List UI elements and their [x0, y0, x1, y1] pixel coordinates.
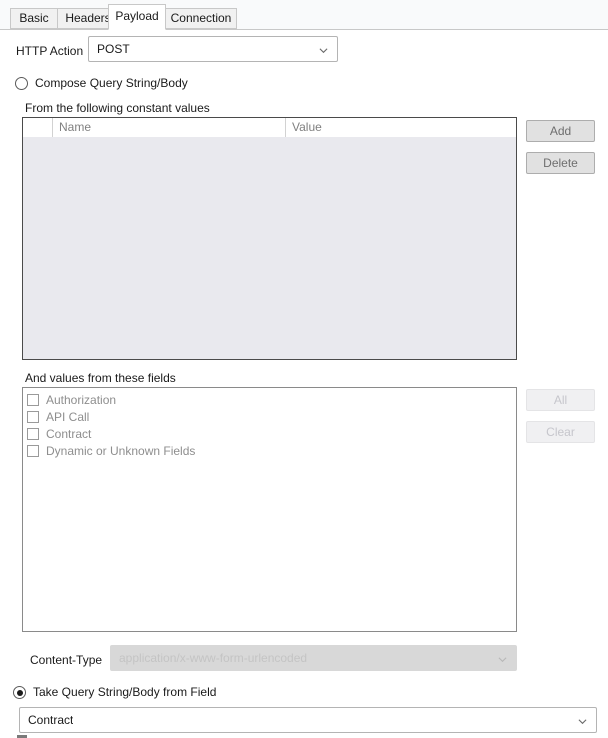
- tab-payload[interactable]: Payload: [108, 4, 166, 30]
- list-item-label: Authorization: [46, 393, 117, 407]
- add-button[interactable]: Add: [526, 120, 595, 142]
- list-item-label: Dynamic or Unknown Fields: [46, 444, 196, 458]
- take-from-field-select[interactable]: Contract: [19, 707, 597, 733]
- list-item-label: API Call: [46, 410, 90, 424]
- compose-query-radio-label: Compose Query String/Body: [35, 76, 188, 90]
- grid-header-name[interactable]: Name: [53, 118, 286, 137]
- tab-basic-label: Basic: [19, 11, 49, 25]
- content-type-label: Content-Type: [30, 653, 103, 667]
- delete-button-label: Delete: [543, 156, 578, 170]
- constant-values-grid[interactable]: Name Value: [22, 117, 517, 360]
- chevron-down-icon: [498, 657, 507, 663]
- fields-caption: And values from these fields: [25, 371, 176, 385]
- clear-selection-button-label: Clear: [546, 425, 575, 439]
- checkbox-contract[interactable]: [27, 428, 39, 440]
- select-all-button-label: All: [553, 393, 568, 407]
- fields-listbox[interactable]: Authorization API Call Contract Dynamic …: [22, 387, 517, 632]
- chevron-down-icon: [319, 48, 328, 54]
- compose-query-radio[interactable]: [15, 77, 28, 90]
- http-action-select[interactable]: POST: [88, 36, 338, 62]
- content-type-value: application/x-www-form-urlencoded: [119, 651, 308, 665]
- take-from-field-radio[interactable]: [13, 686, 26, 699]
- constant-values-caption: From the following constant values: [25, 101, 210, 115]
- select-all-button[interactable]: All: [526, 389, 595, 411]
- tab-strip: Basic Headers Payload Connection: [0, 0, 608, 30]
- tab-connection[interactable]: Connection: [165, 8, 237, 29]
- tab-strip-underline: [0, 29, 608, 30]
- list-item-label: Contract: [46, 427, 92, 441]
- delete-button[interactable]: Delete: [526, 152, 595, 174]
- checkbox-dynamic-or-unknown-fields[interactable]: [27, 445, 39, 457]
- grid-header-row: Name Value: [23, 118, 516, 138]
- checkbox-api-call[interactable]: [27, 411, 39, 423]
- http-action-value: POST: [97, 42, 130, 56]
- http-action-label: HTTP Action: [16, 44, 84, 58]
- take-from-field-radio-label: Take Query String/Body from Field: [33, 685, 217, 699]
- take-from-field-value: Contract: [28, 713, 74, 727]
- tab-connection-label: Connection: [170, 11, 232, 25]
- grid-header-selector: [23, 118, 53, 137]
- content-type-select[interactable]: application/x-www-form-urlencoded: [110, 645, 517, 671]
- radio-dot-icon: [16, 689, 23, 696]
- grid-body[interactable]: [23, 137, 516, 359]
- chevron-down-icon: [578, 719, 587, 725]
- tab-basic[interactable]: Basic: [10, 8, 58, 29]
- add-button-label: Add: [549, 124, 572, 138]
- tab-payload-label: Payload: [115, 9, 159, 23]
- clear-selection-button[interactable]: Clear: [526, 421, 595, 443]
- grid-header-value[interactable]: Value: [286, 118, 516, 137]
- checkbox-authorization[interactable]: [27, 394, 39, 406]
- tab-headers-label: Headers: [65, 11, 111, 25]
